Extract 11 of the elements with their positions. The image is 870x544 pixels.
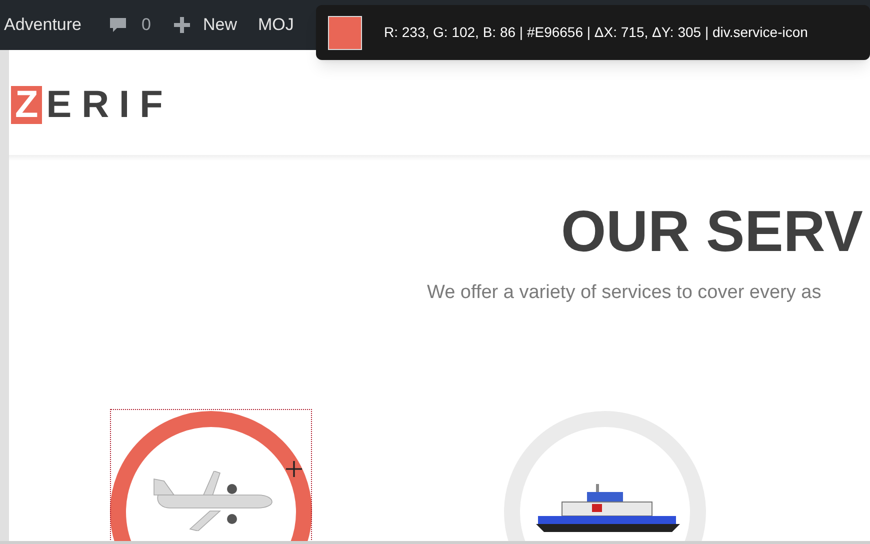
menu-link[interactable]: MOJ: [258, 12, 294, 38]
plus-icon: [172, 16, 191, 34]
new-link[interactable]: New: [172, 12, 237, 38]
section-title: OUR SERV: [561, 198, 863, 266]
section-subtitle: We offer a variety of services to cover every as: [427, 281, 822, 305]
site-name-link[interactable]: Adventure: [4, 12, 82, 38]
zerif-logo[interactable]: Z ERIF: [11, 86, 173, 124]
color-readout: R: 233, G: 102, B: 86 | #E96656 | ΔX: 715, ΔY: 305 | div.service-icon: [384, 23, 808, 42]
comment-icon[interactable]: [108, 15, 128, 35]
crosshair-cursor-icon: [286, 461, 302, 477]
comment-count: 0: [142, 14, 151, 36]
